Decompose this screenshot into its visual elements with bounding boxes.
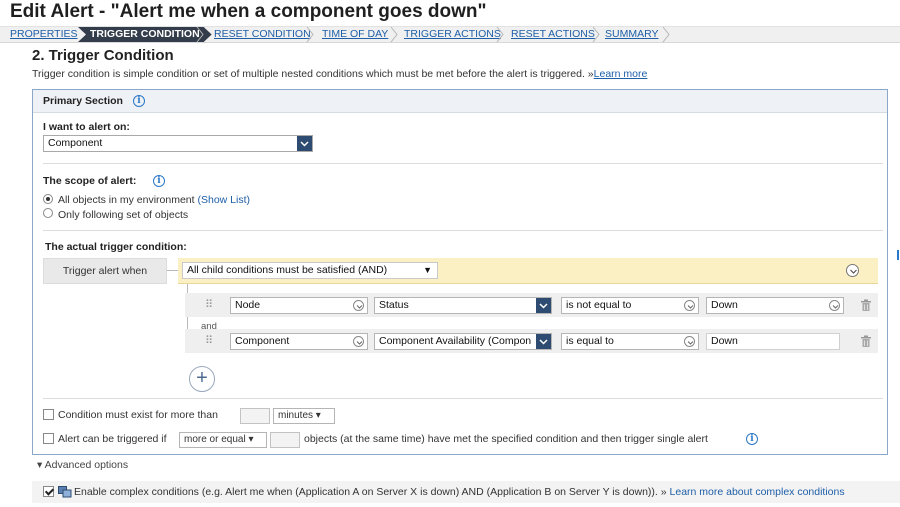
chevron-right-icon [306, 26, 314, 43]
condition-group-select[interactable]: All child conditions must be satisfied (… [182, 262, 438, 279]
wizard-steps-bar: PROPERTIES TRIGGER CONDITION RESET CONDI… [0, 26, 900, 43]
condition-group-value: All child conditions must be satisfied (… [187, 264, 388, 276]
complex-conditions-learn-link[interactable]: Learn more about complex conditions [670, 486, 845, 498]
section-description: Trigger condition is simple condition or… [32, 68, 647, 80]
condition-property-select[interactable]: Component Availability (Compon [374, 333, 552, 350]
learn-more-link[interactable]: Learn more [594, 68, 648, 80]
show-list-link[interactable]: (Show List) [197, 194, 250, 206]
chevron-right-icon [662, 26, 670, 43]
step-summary[interactable]: SUMMARY [605, 28, 658, 40]
trigger-if-select[interactable]: more or equal ▾ [179, 432, 267, 448]
divider [43, 230, 883, 231]
alert-on-value: Component [48, 137, 103, 149]
drag-handle-icon[interactable]: ⠿ [205, 334, 213, 347]
scope-option-all: All objects in my environment (Show List… [58, 194, 250, 206]
caret-down-icon: ▼ [423, 265, 432, 275]
step-trigger-condition[interactable]: TRIGGER CONDITION [78, 27, 212, 42]
step-trigger-actions[interactable]: TRIGGER ACTIONS [404, 28, 501, 40]
page-title: Edit Alert - "Alert me when a component … [10, 1, 487, 22]
info-icon[interactable]: i [746, 433, 758, 445]
trigger-alert-when-label: Trigger alert when [43, 258, 167, 284]
condition-object-value: Component [235, 335, 290, 347]
chevron-down-icon [353, 300, 364, 311]
advanced-options-toggle[interactable]: ▾ Advanced options [37, 459, 128, 471]
trash-icon[interactable] [860, 299, 872, 312]
complex-conditions-text: Enable complex conditions (e.g. Alert me… [74, 486, 845, 498]
scope-option-only-label: Only following set of objects [58, 209, 189, 221]
alert-on-select[interactable]: Component [43, 135, 313, 152]
scope-option-all-label: All objects in my environment [58, 194, 195, 206]
trash-icon[interactable] [860, 335, 872, 348]
condition-exist-minutes-input[interactable] [240, 408, 270, 424]
step-reset-actions[interactable]: RESET ACTIONS [511, 28, 595, 40]
alert-on-label: I want to alert on: [43, 121, 130, 133]
primary-section-header: Primary Section i [33, 90, 887, 113]
condition-property-value: Component Availability (Compon [379, 335, 532, 347]
step-time-of-day[interactable]: TIME OF DAY [322, 28, 388, 40]
trigger-if-label: Alert can be triggered if [58, 433, 167, 445]
tree-connector [167, 270, 178, 271]
divider [43, 163, 883, 164]
chevron-right-icon [196, 26, 204, 43]
chevron-down-icon[interactable] [536, 334, 551, 349]
condition-operator-value: is not equal to [566, 299, 632, 311]
condition-exist-checkbox[interactable] [43, 409, 54, 420]
condition-value-input[interactable]: Down [706, 333, 840, 350]
trigger-condition-label: The actual trigger condition: [45, 241, 187, 253]
section-title: 2. Trigger Condition [32, 47, 174, 64]
scroll-marker [897, 250, 899, 260]
complex-conditions-checkbox[interactable] [43, 486, 54, 497]
chevron-down-icon [353, 336, 364, 347]
condition-operator-select[interactable]: is equal to [561, 333, 699, 350]
chevron-right-icon [390, 26, 398, 43]
primary-section-panel: Primary Section i I want to alert on: Co… [32, 89, 888, 455]
info-icon[interactable]: i [153, 175, 165, 187]
condition-property-select[interactable]: Status [374, 297, 552, 314]
primary-section-title: Primary Section [43, 95, 123, 107]
condition-row: ⠿ Node Status is not equal to Down [185, 293, 878, 317]
scope-radio-only[interactable] [43, 208, 53, 218]
add-condition-button[interactable]: + [189, 366, 215, 392]
condition-value-text: Down [711, 335, 738, 347]
chevron-right-icon [496, 26, 504, 43]
complex-conditions-icon [58, 485, 72, 498]
chevron-right-icon [592, 26, 600, 43]
condition-value-select[interactable]: Down [706, 297, 844, 314]
collapse-group-icon[interactable] [846, 264, 859, 277]
minutes-unit-select[interactable]: minutes ▾ [273, 408, 335, 424]
condition-value-value: Down [711, 299, 738, 311]
chevron-down-icon [829, 300, 840, 311]
scope-radio-all[interactable] [43, 194, 53, 204]
trigger-if-checkbox[interactable] [43, 433, 54, 444]
drag-handle-icon[interactable]: ⠿ [205, 298, 213, 311]
chevron-down-icon[interactable] [536, 298, 551, 313]
condition-object-select[interactable]: Component [230, 333, 368, 350]
chevron-down-icon [684, 336, 695, 347]
complex-conditions-label: Enable complex conditions (e.g. Alert me… [74, 486, 667, 498]
condition-group-bar: All child conditions must be satisfied (… [178, 258, 878, 284]
condition-property-value: Status [379, 299, 409, 311]
step-reset-condition[interactable]: RESET CONDITION [214, 28, 311, 40]
trigger-if-description: objects (at the same time) have met the … [304, 433, 708, 445]
advanced-options-row: Enable complex conditions (e.g. Alert me… [32, 481, 900, 503]
condition-operator-select[interactable]: is not equal to [561, 297, 699, 314]
condition-exist-label: Condition must exist for more than [58, 409, 218, 421]
section-description-text: Trigger condition is simple condition or… [32, 68, 594, 80]
divider [43, 398, 883, 399]
trigger-if-count-input[interactable] [270, 432, 300, 448]
scope-label: The scope of alert: [43, 175, 137, 187]
chevron-down-icon [684, 300, 695, 311]
condition-object-select[interactable]: Node [230, 297, 368, 314]
step-properties[interactable]: PROPERTIES [10, 28, 78, 40]
chevron-down-icon[interactable] [297, 136, 312, 151]
condition-operator-value: is equal to [566, 335, 614, 347]
condition-object-value: Node [235, 299, 261, 311]
condition-row: ⠿ Component Component Availability (Comp… [185, 329, 878, 353]
info-icon[interactable]: i [133, 95, 145, 107]
